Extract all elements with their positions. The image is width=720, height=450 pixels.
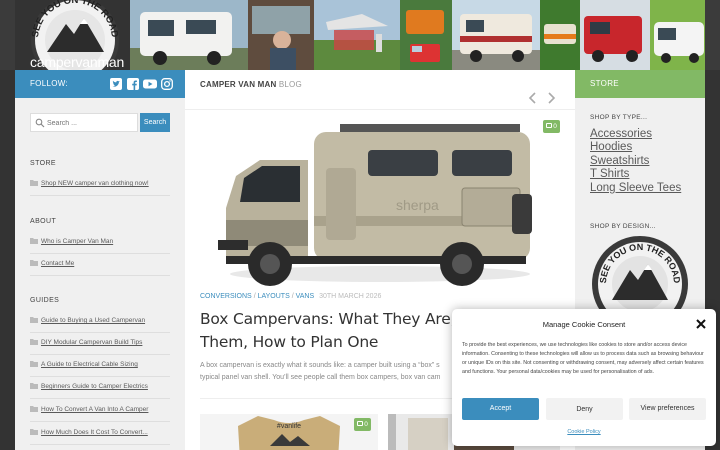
page-left-edge: [0, 70, 15, 450]
search-icon: [35, 118, 45, 128]
cookie-title: Manage Cookie Consent: [542, 320, 626, 329]
about-link-who[interactable]: Who is Camper Van Man: [30, 238, 170, 254]
header-photo-4: [400, 0, 452, 70]
search-input[interactable]: [47, 117, 135, 129]
post-thumbnail[interactable]: #vanlife 0: [200, 414, 378, 450]
blog-heading-bold: CAMPER VAN MAN: [200, 80, 277, 89]
folder-icon: [30, 361, 38, 367]
facebook-icon[interactable]: [127, 78, 139, 90]
guide-link-label: Beginners Guide to Camper Electrics: [41, 383, 148, 390]
instagram-icon[interactable]: [161, 78, 173, 90]
shop-link-sweatshirts[interactable]: Sweatshirts: [590, 155, 649, 167]
sidebar-left: Search STORE Shop NEW camper van clothin…: [15, 98, 185, 450]
folder-icon: [30, 260, 38, 266]
widget-title-guides: GUIDES: [30, 297, 60, 304]
search-button[interactable]: Search: [140, 113, 170, 132]
guide-link-label: A Guide to Electrical Cable Sizing: [41, 361, 138, 368]
guide-link[interactable]: How To Convert A Van Into A Camper: [30, 406, 170, 422]
header-right-edge: [705, 0, 720, 70]
category-separator: /: [253, 293, 256, 300]
header-photo-3: [314, 0, 400, 70]
comment-count-badge[interactable]: 0: [354, 418, 371, 431]
chevron-left-icon[interactable]: [528, 92, 538, 104]
post-categories: CONVERSIONS / LAYOUTS / VANS 30TH MARCH …: [200, 293, 381, 300]
guide-link-label: Guide to Buying a Used Campervan: [41, 317, 146, 324]
comment-count-badge[interactable]: 0: [543, 120, 560, 133]
cookie-policy-link[interactable]: Cookie Policy: [452, 429, 716, 435]
blog-heading: CAMPER VAN MAN BLOG: [200, 80, 302, 89]
widget-title-about: ABOUT: [30, 218, 57, 225]
accept-button[interactable]: Accept: [462, 398, 539, 420]
folder-icon: [30, 238, 38, 244]
guide-link-label: How To Convert A Van Into A Camper: [41, 406, 149, 413]
youtube-icon[interactable]: [143, 78, 157, 90]
follow-label: FOLLOW:: [30, 79, 68, 88]
blog-heading-light: BLOG: [278, 80, 302, 89]
guide-link[interactable]: Guide to Buying a Used Campervan: [30, 317, 170, 333]
header-left-edge: [0, 0, 15, 70]
store-bar-label: STORE: [590, 79, 619, 88]
folder-icon: [30, 317, 38, 323]
guide-link[interactable]: Beginners Guide to Camper Electrics: [30, 383, 170, 399]
store-bar: STORE: [575, 70, 705, 98]
site-title[interactable]: campervanman: [30, 54, 124, 70]
shop-link-hoodies[interactable]: Hoodies: [590, 141, 632, 153]
folder-icon: [30, 339, 38, 345]
category-link[interactable]: VANS: [296, 293, 315, 300]
twitter-icon[interactable]: [110, 78, 122, 90]
folder-icon: [30, 383, 38, 389]
shop-link-accessories[interactable]: Accessories: [590, 128, 652, 140]
close-icon[interactable]: [695, 318, 707, 330]
category-link[interactable]: CONVERSIONS: [200, 293, 252, 300]
search-box[interactable]: [30, 113, 138, 132]
svg-text:sherpa: sherpa: [396, 197, 439, 213]
shop-by-type-title: SHOP BY TYPE...: [590, 114, 648, 121]
guide-link-label: How Much Does It Cost To Convert...: [41, 429, 148, 436]
about-link-contact[interactable]: Contact Me: [30, 260, 170, 276]
chevron-right-icon[interactable]: [546, 92, 556, 104]
widget-title-store: STORE: [30, 160, 56, 167]
content-header: CAMPER VAN MAN BLOG: [185, 70, 575, 117]
site-header: SEE YOU ON THE ROAD campervanman: [0, 0, 720, 70]
follow-bar: FOLLOW:: [15, 70, 185, 98]
shop-by-design-title: SHOP BY DESIGN...: [590, 223, 656, 230]
guide-link[interactable]: A Guide to Electrical Cable Sizing: [30, 361, 170, 377]
post-date: 30TH MARCH 2026: [319, 293, 382, 300]
shop-link-long-sleeve-tees[interactable]: Long Sleeve Tees: [590, 182, 681, 194]
header-photo-6: [540, 0, 580, 70]
comment-icon: [357, 421, 364, 426]
view-preferences-button[interactable]: View preferences: [629, 398, 706, 420]
header-photo-8: [650, 0, 706, 70]
folder-icon: [30, 406, 38, 412]
category-separator: /: [291, 293, 294, 300]
about-link-contact-label: Contact Me: [41, 260, 75, 267]
store-link-label: Shop NEW camper van clothing now!: [41, 180, 149, 187]
tshirt-text: #vanlife: [277, 423, 301, 430]
comment-count: 0: [364, 421, 368, 428]
category-link[interactable]: LAYOUTS: [258, 293, 290, 300]
comment-icon: [546, 123, 553, 128]
header-photo-7: [580, 0, 650, 70]
tshirt-image: #vanlife: [200, 414, 378, 450]
cookie-consent-modal: Manage Cookie Consent To provide the bes…: [452, 309, 716, 446]
shop-link-t-shirts[interactable]: T Shirts: [590, 168, 629, 180]
header-photo-2: [248, 0, 314, 70]
guide-link-label: DIY Modular Campervan Build Tips: [41, 339, 143, 346]
store-link[interactable]: Shop NEW camper van clothing now!: [30, 180, 170, 196]
folder-icon: [30, 180, 38, 186]
cookie-text: To provide the best experiences, we use …: [462, 342, 704, 375]
comment-count: 0: [553, 123, 557, 130]
featured-post-image[interactable]: sherpa: [200, 116, 560, 294]
folder-icon: [30, 429, 38, 435]
guide-link[interactable]: How Much Does It Cost To Convert...: [30, 429, 170, 445]
header-photo-1: [130, 0, 248, 70]
about-link-who-label: Who is Camper Van Man: [41, 238, 114, 245]
header-photo-5: [452, 0, 540, 70]
deny-button[interactable]: Deny: [546, 398, 623, 420]
guide-link[interactable]: DIY Modular Campervan Build Tips: [30, 339, 170, 355]
